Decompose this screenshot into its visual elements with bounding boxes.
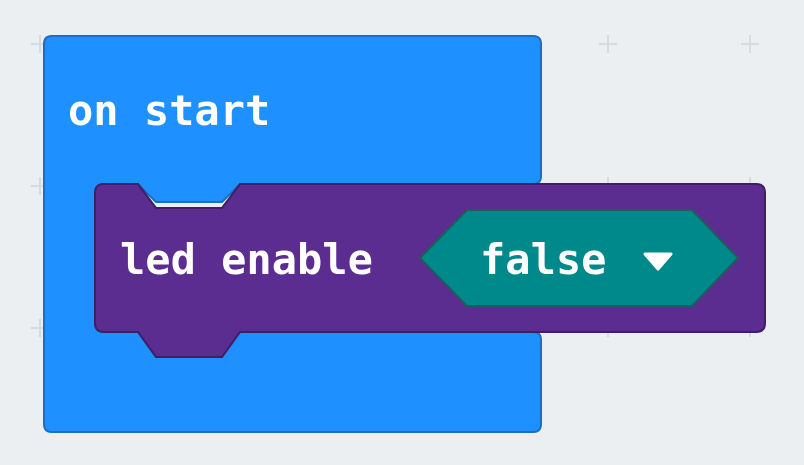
led-enable-label: led enable <box>120 235 373 284</box>
led-enable-block-shape[interactable] <box>0 0 804 465</box>
led-enable-dropdown-value[interactable]: false <box>480 239 606 281</box>
blocks-workspace[interactable]: on start led enable false <box>0 0 804 465</box>
caret-down-icon[interactable] <box>641 250 675 272</box>
